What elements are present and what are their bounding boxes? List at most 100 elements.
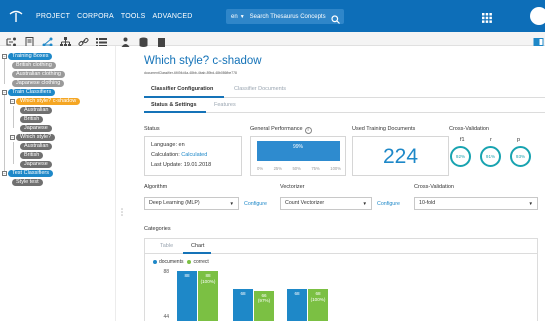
tree-label[interactable]: Which style? c-shadow	[16, 97, 81, 105]
tab-table[interactable]: Table	[160, 243, 173, 249]
tree-label[interactable]: Australian clothing	[12, 70, 65, 78]
status-last-update: Last Update: 19.01.2018	[151, 162, 212, 168]
search-input[interactable]: Search Thesaurus Concepts	[250, 14, 326, 20]
tree-view-icon[interactable]	[6, 34, 17, 47]
document-icon[interactable]	[24, 34, 35, 47]
legend-correct[interactable]: correct	[193, 259, 208, 265]
tree-label[interactable]: Style test	[12, 178, 43, 186]
bar-correct-0[interactable]: 88 (100%)	[198, 271, 218, 321]
collapse-toggle-icon[interactable]: −	[2, 170, 7, 176]
scale-tick: 0%	[257, 166, 264, 171]
vectorizer-select[interactable]: Count Vectorizer ▼	[280, 197, 372, 210]
tab-classifier-configuration[interactable]: Classifier Configuration	[151, 86, 213, 92]
status-heading: Status	[144, 126, 160, 132]
tree-node-british[interactable]: British	[20, 115, 44, 123]
tree-label[interactable]: Japanese	[20, 160, 52, 168]
user-avatar-icon[interactable]	[530, 7, 545, 25]
metric-p-ring: 93%	[510, 146, 531, 167]
graph-icon[interactable]	[42, 34, 53, 47]
active-chart-tab-indicator	[183, 252, 211, 254]
page-title: Which style? c-shadow	[144, 55, 262, 67]
panel-icon[interactable]	[533, 34, 544, 46]
performance-value: 99%	[292, 144, 303, 150]
bar-correct-2[interactable]: 68 (100%)	[308, 289, 328, 321]
tree-node-australian-2[interactable]: Australian	[20, 142, 53, 150]
algorithm-select[interactable]: Deep Learning (MLP) ▼	[144, 197, 239, 210]
metric-r-ring: 91%	[480, 146, 501, 167]
link-icon[interactable]	[78, 34, 89, 46]
apps-grid-icon[interactable]	[482, 10, 492, 28]
tree-label[interactable]: Japanese	[20, 124, 52, 132]
tree-label[interactable]: Which style?	[16, 133, 56, 141]
tree-node-style-test[interactable]: Style test	[12, 178, 43, 186]
metric-p-label: p	[517, 137, 521, 143]
tree-label[interactable]: British clothing	[12, 61, 56, 69]
collapse-toggle-icon[interactable]: −	[2, 53, 7, 59]
tab-status-settings[interactable]: Status & Settings	[151, 102, 197, 108]
users-icon[interactable]	[120, 34, 131, 47]
nav-corpora[interactable]: CORPORA	[77, 13, 114, 20]
tab-features[interactable]: Features	[214, 102, 236, 108]
tree-label[interactable]: Training Boxes	[8, 52, 53, 60]
bar-correct-1[interactable]: 66 (97%)	[254, 290, 274, 321]
tree-label[interactable]: Train Classifiers	[8, 88, 56, 96]
scale-tick: 75%	[311, 166, 320, 171]
tree-node-japanese[interactable]: Japanese	[20, 124, 52, 132]
chevron-down-icon[interactable]: ▼	[240, 14, 245, 20]
tree-node-australian-clothing[interactable]: Australian clothing	[12, 70, 65, 78]
panel-splitter-handle[interactable]	[121, 205, 123, 216]
building-icon[interactable]	[156, 34, 167, 47]
tree-node-which-style-c-shadow[interactable]: − Which style? c-shadow	[10, 97, 81, 105]
cross-validation-select[interactable]: 10-fold ▼	[414, 197, 538, 210]
nav-project[interactable]: PROJECT	[36, 13, 70, 20]
tree-label[interactable]: Test Classifiers	[8, 169, 53, 177]
search-language[interactable]: en	[231, 14, 238, 20]
tree-node-test-classifiers[interactable]: − Test Classifiers	[2, 169, 53, 177]
cross-validation-heading: Cross-Validation	[449, 126, 489, 132]
main-nav: PROJECT CORPORA TOOLS ADVANCED	[36, 13, 199, 20]
algorithm-value: Deep Learning (MLP)	[149, 200, 200, 206]
tree-label[interactable]: Australian	[20, 106, 53, 114]
nav-tools[interactable]: TOOLS	[121, 13, 146, 20]
bar-documents-2[interactable]: 68	[287, 289, 307, 321]
bar-value-label: 88 (100%)	[200, 273, 216, 284]
legend-documents[interactable]: documents	[159, 259, 183, 265]
tree-node-australian[interactable]: Australian	[20, 106, 53, 114]
active-tab-indicator	[144, 96, 224, 98]
info-icon[interactable]: i	[304, 127, 312, 134]
app-logo-icon[interactable]	[4, 0, 28, 32]
collapse-toggle-icon[interactable]: −	[10, 98, 15, 104]
tree-node-which-style[interactable]: − Which style?	[10, 133, 56, 141]
tree-node-train-classifiers[interactable]: − Train Classifiers	[2, 88, 56, 96]
tree-label[interactable]: Australian	[20, 142, 53, 150]
vectorizer-configure-link[interactable]: Configure	[377, 201, 400, 207]
tree-label[interactable]: Japanese clothing	[12, 79, 65, 87]
collapse-toggle-icon[interactable]: −	[10, 134, 15, 140]
top-bar: PROJECT CORPORA TOOLS ADVANCED en ▼ Sear…	[0, 0, 545, 32]
tab-chart[interactable]: Chart	[191, 243, 204, 249]
tree-label[interactable]: British	[20, 151, 44, 159]
tree-label[interactable]: British	[20, 115, 44, 123]
tree-node-british-clothing[interactable]: British clothing	[12, 61, 56, 69]
hierarchy-icon[interactable]	[60, 34, 71, 47]
categories-tabs: Table Chart	[145, 239, 537, 254]
collapse-toggle-icon[interactable]: −	[2, 89, 7, 95]
classifier-tree: − Training Boxes British clothing Austra…	[0, 46, 116, 321]
tree-node-japanese-clothing[interactable]: Japanese clothing	[12, 79, 65, 87]
tree-node-japanese-2[interactable]: Japanese	[20, 160, 52, 168]
chevron-down-icon: ▼	[229, 201, 234, 206]
tree-node-training-boxes[interactable]: − Training Boxes	[2, 52, 53, 60]
tab-classifier-documents[interactable]: Classifier Documents	[234, 86, 286, 92]
search-icon[interactable]	[331, 11, 340, 29]
database-icon[interactable]	[138, 34, 149, 47]
list-icon[interactable]	[96, 34, 107, 47]
performance-title: General Performance	[250, 126, 303, 132]
bar-documents-0[interactable]: 88	[177, 271, 197, 321]
thesaurus-search[interactable]: en ▼ Search Thesaurus Concepts	[226, 9, 344, 24]
cross-validation-value: 10-fold	[419, 200, 436, 206]
bar-documents-1[interactable]: 68	[233, 289, 253, 321]
bar-value-label: 68 (100%)	[310, 291, 326, 302]
algorithm-configure-link[interactable]: Configure	[244, 201, 267, 207]
nav-advanced[interactable]: ADVANCED	[152, 13, 192, 20]
tree-node-british-2[interactable]: British	[20, 151, 44, 159]
